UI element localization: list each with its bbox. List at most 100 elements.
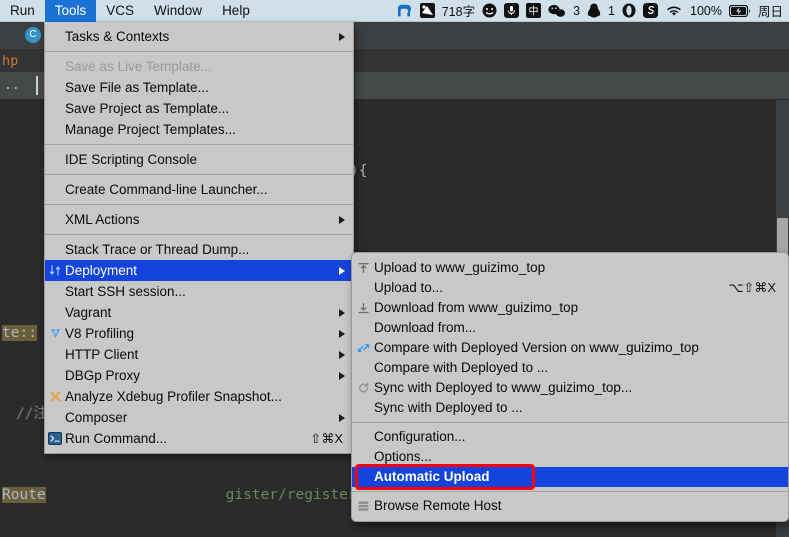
menu-item-label: Create Command-line Launcher... [65, 182, 268, 197]
submenu-separator [352, 491, 788, 492]
breadcrumb-label: hp [2, 53, 19, 69]
chevron-right-icon [339, 329, 345, 338]
sogou-icon[interactable] [643, 3, 658, 18]
menu-item-run[interactable]: Run [0, 0, 45, 22]
menu-item-run-command[interactable]: Run Command... ⇧⌘X [45, 428, 353, 449]
submenu-item-label: Upload to www_guizimo_top [374, 260, 546, 275]
word-count-label: 718字 [441, 5, 476, 19]
submenu-item-automatic-upload[interactable]: Automatic Upload [352, 467, 788, 487]
menu-item-http-client[interactable]: HTTP Client [45, 344, 353, 365]
menu-separator [45, 144, 353, 145]
submenu-item-label: Configuration... [374, 429, 466, 444]
opera-icon[interactable] [622, 3, 636, 18]
menu-item-save-project-as-template[interactable]: Save Project as Template... [45, 98, 353, 119]
submenu-item-compare-with-deployed-to[interactable]: Compare with Deployed to ... [352, 358, 788, 378]
mac-menu-bar[interactable]: Run Tools VCS Window Help 718字 中 3 1 100… [0, 0, 789, 22]
wifi-icon[interactable] [665, 4, 683, 17]
download-icon [356, 301, 371, 316]
submenu-item-label: Upload to... [374, 280, 444, 295]
screenshot-icon[interactable] [419, 3, 435, 18]
menu-item-window[interactable]: Window [144, 0, 212, 22]
menu-item-label: Save as Live Template... [65, 59, 212, 74]
upload-icon [356, 261, 371, 276]
deployment-icon [47, 263, 63, 279]
menu-item-v8-profiling[interactable]: 8 V8 Profiling [45, 323, 353, 344]
code-comment: //注 [16, 406, 48, 422]
elephant-icon[interactable] [396, 4, 413, 18]
deployment-submenu[interactable]: Upload to www_guizimo_top Upload to... ⌥… [351, 252, 789, 522]
menu-item-xml-actions[interactable]: XML Actions [45, 209, 353, 230]
code-string: gister/register'); [225, 487, 383, 503]
day-label: 周日 [757, 5, 783, 19]
submenu-item-upload-to[interactable]: Upload to... ⌥⇧⌘X [352, 278, 788, 298]
chevron-right-icon [339, 266, 345, 275]
submenu-item-label: Compare with Deployed to ... [374, 360, 549, 375]
submenu-item-shortcut: ⌥⇧⌘X [728, 280, 776, 295]
menu-item-ide-scripting-console[interactable]: IDE Scripting Console [45, 149, 353, 170]
menu-item-label: DBGp Proxy [65, 368, 141, 383]
menu-item-tasks-contexts[interactable]: Tasks & Contexts [45, 26, 353, 47]
chevron-right-icon [339, 413, 345, 422]
menu-separator [45, 204, 353, 205]
submenu-item-download-from-host[interactable]: Download from www_guizimo_top [352, 298, 788, 318]
menu-item-composer[interactable]: Composer [45, 407, 353, 428]
emoji-icon[interactable] [482, 3, 497, 18]
submenu-item-label: Download from www_guizimo_top [374, 300, 579, 315]
menu-item-label: Composer [65, 410, 128, 425]
menu-item-label: Manage Project Templates... [65, 122, 236, 137]
menu-item-label: Vagrant [65, 305, 112, 320]
chevron-right-icon [339, 308, 345, 317]
menu-bar-status-area[interactable]: 718字 中 3 1 100% 周日 [389, 1, 789, 20]
menu-item-label: Deployment [65, 263, 138, 278]
menu-item-analyze-xdebug-profiler-snapshot[interactable]: Analyze Xdebug Profiler Snapshot... [45, 386, 353, 407]
code-keyword: Route [2, 487, 46, 503]
screen-root: C hp .. ){ te:: //注 Route gister/register… [0, 0, 789, 537]
menu-item-label: Stack Trace or Thread Dump... [65, 242, 250, 257]
menu-item-label: Save Project as Template... [65, 101, 230, 116]
microphone-icon[interactable] [504, 3, 520, 18]
chevron-right-icon [339, 371, 345, 380]
text-caret [36, 76, 38, 95]
menu-item-tools[interactable]: Tools [44, 0, 97, 22]
submenu-item-sync-with-deployed-host[interactable]: Sync with Deployed to www_guizimo_top... [352, 378, 788, 398]
menu-item-shortcut: ⇧⌘X [310, 431, 343, 446]
menu-item-save-file-as-template[interactable]: Save File as Template... [45, 77, 353, 98]
menu-item-help[interactable]: Help [212, 0, 260, 22]
submenu-item-label: Browse Remote Host [374, 498, 502, 513]
submenu-item-options[interactable]: Options... [352, 447, 788, 467]
qq-icon[interactable] [587, 3, 601, 18]
submenu-item-label: Sync with Deployed to ... [374, 400, 523, 415]
submenu-item-browse-remote-host[interactable]: Browse Remote Host [352, 496, 788, 516]
submenu-item-configuration[interactable]: Configuration... [352, 427, 788, 447]
chinese-input-icon[interactable]: 中 [526, 3, 542, 18]
submenu-item-upload-to-host[interactable]: Upload to www_guizimo_top [352, 258, 788, 278]
tools-dropdown-menu[interactable]: Tasks & Contexts Save as Live Template..… [44, 22, 354, 454]
submenu-separator [352, 422, 788, 423]
menu-item-create-commandline-launcher[interactable]: Create Command-line Launcher... [45, 179, 353, 200]
terminal-icon [47, 431, 63, 447]
menu-item-dbgp-proxy[interactable]: DBGp Proxy [45, 365, 353, 386]
menu-item-label: Start SSH session... [65, 284, 186, 299]
battery-charging-icon[interactable] [728, 4, 751, 17]
menu-item-vagrant[interactable]: Vagrant [45, 302, 353, 323]
chevron-right-icon [339, 350, 345, 359]
menu-item-stack-trace-thread-dump[interactable]: Stack Trace or Thread Dump... [45, 239, 353, 260]
submenu-item-sync-with-deployed-to[interactable]: Sync with Deployed to ... [352, 398, 788, 418]
chevron-right-icon [339, 32, 345, 41]
menu-item-vcs[interactable]: VCS [96, 0, 144, 22]
menu-item-deployment[interactable]: Deployment [45, 260, 353, 281]
remote-host-icon [356, 499, 371, 514]
menu-item-start-ssh-session[interactable]: Start SSH session... [45, 281, 353, 302]
submenu-item-label: Sync with Deployed to www_guizimo_top... [374, 380, 633, 395]
wechat-icon[interactable] [548, 4, 566, 18]
find-input-value[interactable]: .. [0, 78, 20, 93]
menu-item-label: Run Command... [65, 431, 168, 446]
menu-item-label: HTTP Client [65, 347, 139, 362]
menu-item-label: Save File as Template... [65, 80, 209, 95]
submenu-item-download-from[interactable]: Download from... [352, 318, 788, 338]
menu-item-label: XML Actions [65, 212, 140, 227]
menu-item-manage-project-templates[interactable]: Manage Project Templates... [45, 119, 353, 140]
submenu-item-label: Options... [374, 449, 432, 464]
submenu-item-compare-with-deployed-version[interactable]: Compare with Deployed Version on www_gui… [352, 338, 788, 358]
chevron-right-icon [339, 215, 345, 224]
